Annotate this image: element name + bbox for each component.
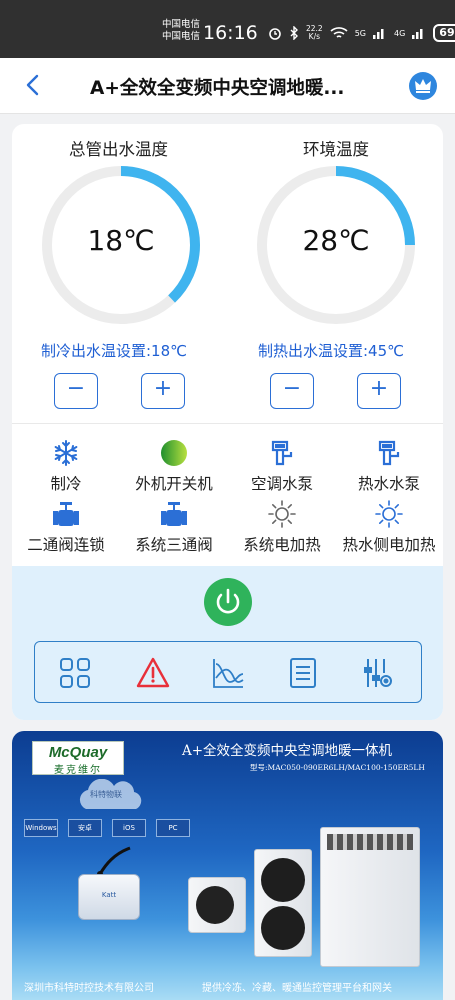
gateway-label: Katt xyxy=(101,891,117,899)
func-label: 空调水泵 xyxy=(250,475,313,493)
cooling-setpoint-label: 制冷出水温设置:18℃ xyxy=(41,342,187,360)
control-panel xyxy=(12,566,443,720)
title-bar: A+全效全变频中央空调地暖... xyxy=(0,58,455,114)
func-label: 系统电加热 xyxy=(243,536,321,554)
os-tile: Windows xyxy=(24,819,58,837)
outlet-temp-value: 18℃ xyxy=(87,224,155,257)
valve-icon xyxy=(53,502,79,526)
grid-icon[interactable] xyxy=(58,656,92,690)
power-icon xyxy=(216,588,240,614)
ambient-temp-value: 28℃ xyxy=(302,224,370,257)
os-tile: 安卓 xyxy=(68,819,102,837)
toolbar xyxy=(34,641,422,703)
signal-bars-icon xyxy=(373,29,384,39)
cooling-decrease-button[interactable]: − xyxy=(54,373,98,409)
list-icon[interactable] xyxy=(286,656,320,690)
status-icons: 22.2 K/s 5G 4G 69 xyxy=(268,22,455,44)
water-pump-icon xyxy=(378,440,400,466)
network-speed: 22.2 K/s xyxy=(306,24,323,41)
func-label: 二通阀连锁 xyxy=(27,536,105,554)
signal-2-icon: 4G xyxy=(394,28,406,38)
func-outdoor-power[interactable]: 外机开关机 xyxy=(120,438,228,494)
func-label: 制冷 xyxy=(50,475,82,493)
wifi-icon xyxy=(330,27,348,38)
status-bar: 中国电信 中国电信 16:16 22.2 K/s 5G 4G 69 xyxy=(0,0,455,58)
func-label: 热水水泵 xyxy=(357,475,420,493)
cooling-increase-button[interactable]: + xyxy=(141,373,185,409)
crown-icon xyxy=(415,79,431,93)
product-banner[interactable]: McQuay 麦克维尔 A+全效全变频中央空调地暖一体机 型号:MAC050-0… xyxy=(12,731,443,1000)
signal-1-icon: 5G xyxy=(354,28,366,38)
alarm-icon[interactable] xyxy=(136,656,170,690)
func-hot-water-pump[interactable]: 热水水泵 xyxy=(335,438,443,494)
banner-title: A+全效全变频中央空调地暖一体机 xyxy=(182,743,393,759)
cloud-label: 科特物联 xyxy=(90,790,122,799)
sun-icon xyxy=(375,500,403,528)
carrier-2: 中国电信 xyxy=(162,31,201,42)
func-cooling[interactable]: 制冷 xyxy=(12,438,120,494)
banner-model: 型号:MAC050-090ER6LH/MAC100-150ER5LH xyxy=(250,763,425,772)
bluetooth-icon xyxy=(290,26,298,40)
control-card: 总管出水温度 18℃ 环境温度 28℃ 制冷出水温设置:18℃ 制热出水温设置:… xyxy=(12,124,443,720)
func-hot-water-heater[interactable]: 热水侧电加热 xyxy=(335,499,443,555)
signal-bars-icon-2 xyxy=(412,29,423,39)
clock: 16:16 xyxy=(203,22,258,44)
valve-icon xyxy=(161,502,187,526)
func-system-heater[interactable]: 系统电加热 xyxy=(228,499,336,555)
brand-name-cn: 麦克维尔 xyxy=(54,765,102,776)
brand-name: McQuay xyxy=(48,744,108,761)
water-pump-icon xyxy=(271,440,293,466)
os-tile: PC xyxy=(156,819,190,837)
heating-decrease-button[interactable]: − xyxy=(270,373,314,409)
ac-unit-small xyxy=(188,877,246,933)
func-label: 热水侧电加热 xyxy=(342,536,436,554)
battery-indicator: 69 xyxy=(433,24,455,42)
heating-setpoint-label: 制热出水温设置:45℃ xyxy=(258,342,404,360)
sun-icon xyxy=(268,500,296,528)
heating-increase-button[interactable]: + xyxy=(357,373,401,409)
divider xyxy=(12,423,443,424)
carrier-labels: 中国电信 中国电信 xyxy=(162,19,200,43)
status-dot-icon xyxy=(161,440,187,466)
vip-button[interactable] xyxy=(409,72,437,100)
back-arrow-icon[interactable] xyxy=(22,73,46,97)
ac-unit-large xyxy=(320,827,420,967)
func-two-way-valve[interactable]: 二通阀连锁 xyxy=(12,499,120,555)
gateway-device: Katt xyxy=(78,874,140,920)
ac-unit-medium xyxy=(254,849,312,957)
settings-icon[interactable] xyxy=(361,656,395,690)
banner-footer-service: 提供冷冻、冷藏、暖通监控管理平台和网关 xyxy=(202,983,392,994)
brand-logo: McQuay 麦克维尔 xyxy=(32,741,124,776)
func-ac-pump[interactable]: 空调水泵 xyxy=(228,438,336,494)
page-title: A+全效全变频中央空调地暖... xyxy=(90,78,345,99)
func-three-way-valve[interactable]: 系统三通阀 xyxy=(120,499,228,555)
carrier-1: 中国电信 xyxy=(162,19,201,30)
func-label: 外机开关机 xyxy=(135,475,213,493)
func-label: 系统三通阀 xyxy=(135,536,213,554)
power-button[interactable] xyxy=(204,578,252,626)
antenna-icon xyxy=(97,846,131,876)
banner-footer-company: 深圳市科特时控技术有限公司 xyxy=(24,983,154,994)
ambient-temp-title: 环境温度 xyxy=(303,140,369,159)
os-tile: iOS xyxy=(112,819,146,837)
outlet-temp-title: 总管出水温度 xyxy=(69,140,168,159)
alarm-clock-icon xyxy=(269,28,281,40)
snowflake-icon xyxy=(54,440,78,466)
curve-icon[interactable] xyxy=(211,656,245,690)
